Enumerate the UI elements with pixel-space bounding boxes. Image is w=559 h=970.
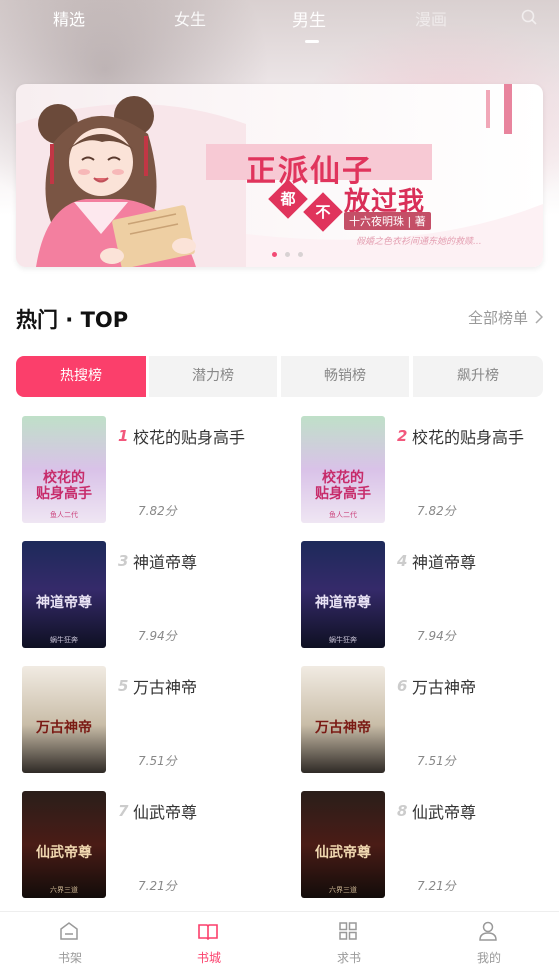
active-tab-indicator bbox=[305, 40, 319, 43]
ranking-tabs: 热搜榜 潜力榜 畅销榜 飙升榜 bbox=[16, 356, 543, 397]
rank-number: 7 bbox=[118, 802, 129, 820]
top-tab-bar: 精选 女生 男生 漫画 bbox=[0, 0, 559, 43]
book-cover[interactable]: 万古神帝 bbox=[22, 666, 106, 773]
open-book-icon bbox=[198, 924, 218, 941]
user-icon bbox=[479, 921, 497, 941]
book-score: 7.94分 bbox=[138, 629, 177, 643]
all-rankings-link[interactable]: 全部榜单 bbox=[468, 307, 528, 328]
cover-title: 仙武帝尊 bbox=[315, 845, 371, 861]
nav-label: 书架 bbox=[57, 951, 82, 965]
book-score: 7.82分 bbox=[138, 504, 177, 518]
book-title[interactable]: 万古神帝 bbox=[412, 674, 476, 698]
cover-author: 鱼人二代 bbox=[50, 511, 78, 519]
rank-number: 2 bbox=[397, 427, 408, 445]
cover-title: 校花的 贴身高手 bbox=[36, 470, 92, 502]
book-cover[interactable]: 校花的 贴身高手鱼人二代 bbox=[301, 416, 385, 523]
banner-title-char2: 不 bbox=[315, 203, 331, 221]
book-cover[interactable]: 仙武帝尊 六界三道 bbox=[22, 791, 106, 898]
section-title: 热门 · TOP bbox=[16, 308, 129, 332]
book-cover[interactable]: 仙武帝尊 六界三道 bbox=[301, 791, 385, 898]
cover-author: 六界三道 bbox=[50, 886, 78, 894]
nav-request-book[interactable]: 求书 bbox=[279, 912, 419, 970]
book-item[interactable]: 万古神帝 5 万古神帝 7.51分 bbox=[22, 666, 282, 776]
cover-title: 校花的 贴身高手 bbox=[315, 470, 371, 502]
rank-number: 3 bbox=[118, 552, 129, 570]
tab-male[interactable]: 男生 bbox=[292, 6, 326, 31]
cover-author: 鱼人二代 bbox=[329, 511, 357, 519]
book-cover[interactable]: 校花的 贴身高手鱼人二代 bbox=[22, 416, 106, 523]
book-item[interactable]: 神道帝尊 蜗牛狂奔 3 神道帝尊 7.94分 bbox=[22, 541, 282, 651]
book-title[interactable]: 校花的贴身高手 bbox=[412, 424, 524, 448]
tab-bestseller[interactable]: 畅销榜 bbox=[281, 356, 409, 397]
nav-bookstore[interactable]: 书城 bbox=[139, 912, 279, 970]
rank-number: 4 bbox=[397, 552, 408, 570]
book-title[interactable]: 校花的贴身高手 bbox=[133, 424, 245, 448]
tab-rising[interactable]: 飙升榜 bbox=[413, 356, 543, 397]
book-item[interactable]: 神道帝尊 蜗牛狂奔 4 神道帝尊 7.94分 bbox=[301, 541, 559, 651]
cover-title: 万古神帝 bbox=[315, 720, 371, 736]
book-cover[interactable]: 神道帝尊 蜗牛狂奔 bbox=[301, 541, 385, 648]
nav-profile[interactable]: 我的 bbox=[419, 912, 559, 970]
bookstore-page: 精选 女生 男生 漫画 正派仙子 都 不 放过我 十六夜明珠 | 著 假婚之色衣… bbox=[0, 0, 559, 970]
cover-author: 蜗牛狂奔 bbox=[329, 636, 357, 644]
book-item[interactable]: 校花的 贴身高手鱼人二代 2 校花的贴身高手 7.82分 bbox=[301, 416, 559, 526]
bookshelf-icon bbox=[60, 922, 78, 940]
book-item[interactable]: 校花的 贴身高手鱼人二代 1 校花的贴身高手 7.82分 bbox=[22, 416, 282, 526]
cover-author: 蜗牛狂奔 bbox=[50, 636, 78, 644]
book-title[interactable]: 神道帝尊 bbox=[133, 549, 197, 573]
banner-author: 十六夜明珠 | 著 bbox=[344, 212, 431, 230]
tab-potential[interactable]: 潜力榜 bbox=[149, 356, 277, 397]
rank-number: 8 bbox=[397, 802, 408, 820]
book-title[interactable]: 神道帝尊 bbox=[412, 549, 476, 573]
banner-title-char1: 都 bbox=[280, 190, 296, 208]
tab-comics[interactable]: 漫画 bbox=[415, 6, 447, 30]
chevron-right-icon[interactable] bbox=[535, 310, 543, 324]
book-score: 7.51分 bbox=[417, 754, 456, 768]
pagination-dot[interactable] bbox=[285, 252, 290, 257]
nav-label: 求书 bbox=[336, 951, 361, 965]
banner-subtitle: 假婚之色衣衫间通东她的救赎... bbox=[356, 237, 482, 247]
rank-number: 6 bbox=[397, 677, 408, 695]
search-icon[interactable] bbox=[520, 8, 538, 26]
rank-number: 1 bbox=[118, 427, 129, 445]
book-title[interactable]: 仙武帝尊 bbox=[412, 799, 476, 823]
nav-bookshelf[interactable]: 书架 bbox=[0, 912, 140, 970]
cover-title: 神道帝尊 bbox=[315, 595, 371, 611]
tab-female[interactable]: 女生 bbox=[174, 6, 206, 30]
book-score: 7.82分 bbox=[417, 504, 456, 518]
book-score: 7.21分 bbox=[138, 879, 177, 893]
book-score: 7.21分 bbox=[417, 879, 456, 893]
promo-banner[interactable]: 正派仙子 都 不 放过我 十六夜明珠 | 著 假婚之色衣衫间通东她的救赎... bbox=[16, 84, 543, 267]
cover-author: 六界三道 bbox=[329, 886, 357, 894]
book-item[interactable]: 仙武帝尊 六界三道 7 仙武帝尊 7.21分 bbox=[22, 791, 282, 901]
pagination-dot-active[interactable] bbox=[272, 252, 277, 257]
tab-hot-search[interactable]: 热搜榜 bbox=[16, 356, 146, 397]
rank-number: 5 bbox=[118, 677, 129, 695]
book-cover[interactable]: 神道帝尊 蜗牛狂奔 bbox=[22, 541, 106, 648]
book-score: 7.51分 bbox=[138, 754, 177, 768]
book-score: 7.94分 bbox=[417, 629, 456, 643]
bottom-navigation: 书架 书城 求书 我的 bbox=[0, 911, 559, 970]
cover-title: 神道帝尊 bbox=[36, 595, 92, 611]
book-title[interactable]: 万古神帝 bbox=[133, 674, 197, 698]
tab-featured[interactable]: 精选 bbox=[53, 6, 85, 30]
book-title[interactable]: 仙武帝尊 bbox=[133, 799, 197, 823]
book-cover[interactable]: 万古神帝 bbox=[301, 666, 385, 773]
cover-title: 仙武帝尊 bbox=[36, 845, 92, 861]
book-item[interactable]: 万古神帝 6 万古神帝 7.51分 bbox=[301, 666, 559, 776]
nav-label: 我的 bbox=[476, 951, 501, 965]
book-item[interactable]: 仙武帝尊 六界三道 8 仙武帝尊 7.21分 bbox=[301, 791, 559, 901]
grid-icon bbox=[339, 922, 357, 940]
cover-title: 万古神帝 bbox=[36, 720, 92, 736]
pagination-dot[interactable] bbox=[298, 252, 303, 257]
nav-label: 书城 bbox=[196, 951, 221, 965]
